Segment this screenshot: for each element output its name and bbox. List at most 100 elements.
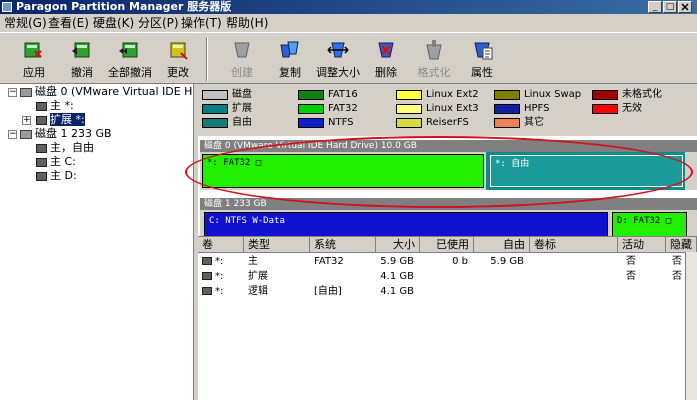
cell-free: 5.9 GB	[490, 256, 524, 267]
cell-free	[474, 269, 530, 285]
cell-label	[530, 284, 618, 300]
col-label[interactable]: 卷标	[530, 237, 618, 253]
table-row[interactable]: *: 逻辑 [自由] 4.1 GB	[198, 284, 697, 300]
apply-button[interactable]: 应用	[8, 39, 60, 83]
legend-label: FAT16	[328, 89, 358, 100]
change-icon	[170, 42, 188, 60]
undo-icon	[72, 42, 90, 58]
tree-node-primary[interactable]: 主 *:	[36, 99, 74, 113]
legend-swatch	[494, 90, 520, 100]
undo-button[interactable]: 撤消	[56, 39, 108, 83]
tree-node-label: 主 C:	[50, 155, 76, 168]
tree-node-label: 主，自由	[50, 141, 94, 154]
cell-system: FAT32	[314, 256, 344, 267]
create-button[interactable]: 创建	[216, 39, 268, 83]
title-bar: Paragon Partition Manager 服务器版 _ □	[0, 0, 697, 14]
legend-swatch	[592, 90, 618, 100]
cell-system	[310, 269, 376, 285]
cell-type: 主	[248, 256, 258, 267]
format-icon	[426, 40, 442, 60]
partition-icon	[202, 257, 212, 265]
maximize-button[interactable]: □	[663, 1, 677, 13]
tree-node-label: 主 *:	[50, 99, 74, 112]
legend-label: 扩展	[232, 103, 252, 114]
cell-used	[420, 284, 474, 300]
cell-label	[530, 269, 618, 285]
table-row[interactable]: *: 扩展 4.1 GB 否 否	[198, 269, 697, 285]
tree-node-extended[interactable]: 扩展 *:	[36, 113, 85, 127]
resize-button[interactable]: 调整大小	[312, 39, 364, 83]
menu-help[interactable]: 帮助(H)	[226, 16, 268, 30]
menu-partition[interactable]: 分区(P)	[138, 16, 179, 30]
legend-label: NTFS	[328, 117, 354, 128]
col-type[interactable]: 类型	[244, 237, 310, 253]
col-used[interactable]: 已使用	[420, 237, 474, 253]
disk0-partition-fat32[interactable]: *: FAT32 □	[202, 154, 484, 188]
cell-used	[420, 269, 474, 285]
legend-label: ReiserFS	[426, 117, 469, 128]
menu-operations[interactable]: 操作(T)	[181, 16, 222, 30]
color-legend: 磁盘 扩展 自由 FAT16 FAT32 NTFS Linux Ext2 Lin…	[198, 86, 697, 132]
tree-node-free[interactable]: 主，自由	[36, 141, 94, 155]
format-label: 格式化	[417, 66, 451, 79]
tree-node-label: 磁盘 1 233 GB	[35, 127, 112, 140]
menu-general[interactable]: 常规(G)	[4, 16, 47, 30]
cell-free	[474, 284, 530, 300]
col-system[interactable]: 系统	[310, 237, 376, 253]
delete-icon	[378, 42, 394, 58]
minimize-button[interactable]: _	[648, 1, 662, 13]
col-hidden[interactable]: 隐藏	[666, 237, 697, 253]
legend-label: FAT32	[328, 103, 358, 114]
tree-node-c[interactable]: 主 C:	[36, 155, 76, 169]
undo-all-icon	[119, 42, 138, 58]
properties-button[interactable]: 属性	[456, 39, 508, 83]
legend-swatch	[202, 90, 228, 100]
create-label: 创建	[231, 66, 253, 79]
disk0-header: 磁盘 0 (VMware Virtual IDE Hard Drive) 10.…	[200, 140, 697, 152]
cell-volume: *:	[198, 254, 244, 270]
table-row[interactable]: *: 主 FAT32 5.9 GB 0 b 5.9 GB 否 否	[198, 254, 697, 270]
delete-button[interactable]: 删除	[360, 39, 412, 83]
partition-icon	[36, 101, 47, 111]
legend-label: 未格式化	[622, 89, 662, 100]
menu-view[interactable]: 查看(E)	[48, 16, 89, 30]
col-size[interactable]: 大小	[376, 237, 420, 253]
apply-label: 应用	[23, 66, 45, 79]
legend-swatch	[494, 104, 520, 114]
cell-size: 5.9 GB	[380, 256, 414, 267]
tree-node-disk1[interactable]: 磁盘 1 233 GB	[20, 127, 112, 141]
grid-scrollbar[interactable]	[685, 252, 697, 400]
cell-active: 否	[626, 271, 636, 282]
tree-expand-extended[interactable]: +	[22, 116, 31, 125]
partition-icon	[202, 287, 212, 295]
legend-label: Linux Ext3	[426, 103, 479, 114]
cell-type: 逻辑	[248, 286, 268, 297]
tree-node-d[interactable]: 主 D:	[36, 169, 77, 183]
resize-label: 调整大小	[316, 66, 360, 79]
copy-button[interactable]: 复制	[264, 39, 316, 83]
tree-collapse-disk0[interactable]: −	[8, 88, 17, 97]
undo-all-button[interactable]: 全部撤消	[104, 39, 156, 83]
disk0-partition-free[interactable]: *: 自由	[490, 155, 683, 187]
undo-all-label: 全部撤消	[108, 66, 152, 79]
col-free[interactable]: 自由	[474, 237, 530, 253]
cell-volume: *:	[198, 284, 244, 300]
legend-swatch	[298, 118, 324, 128]
legend-label: Linux Ext2	[426, 89, 479, 100]
col-active[interactable]: 活动	[618, 237, 666, 253]
hard-disk-icon	[20, 87, 32, 97]
tree-node-disk0[interactable]: 磁盘 0 (VMware Virtual IDE Hard Driv	[20, 85, 193, 99]
legend-label: 无效	[622, 103, 642, 114]
format-button[interactable]: 格式化	[408, 39, 460, 83]
col-volume[interactable]: 卷	[198, 237, 244, 253]
cell-label	[530, 254, 618, 270]
close-button[interactable]	[678, 1, 692, 13]
create-icon	[234, 42, 250, 58]
delete-label: 删除	[375, 66, 397, 79]
menu-disk[interactable]: 硬盘(K)	[93, 16, 134, 30]
change-button[interactable]: 更改	[152, 39, 204, 83]
undo-label: 撤消	[71, 66, 93, 79]
menu-bar: 常规(G) 查看(E) 硬盘(K) 分区(P) 操作(T) 帮助(H)	[0, 14, 697, 32]
legend-swatch	[396, 118, 422, 128]
tree-collapse-disk1[interactable]: −	[8, 130, 17, 139]
